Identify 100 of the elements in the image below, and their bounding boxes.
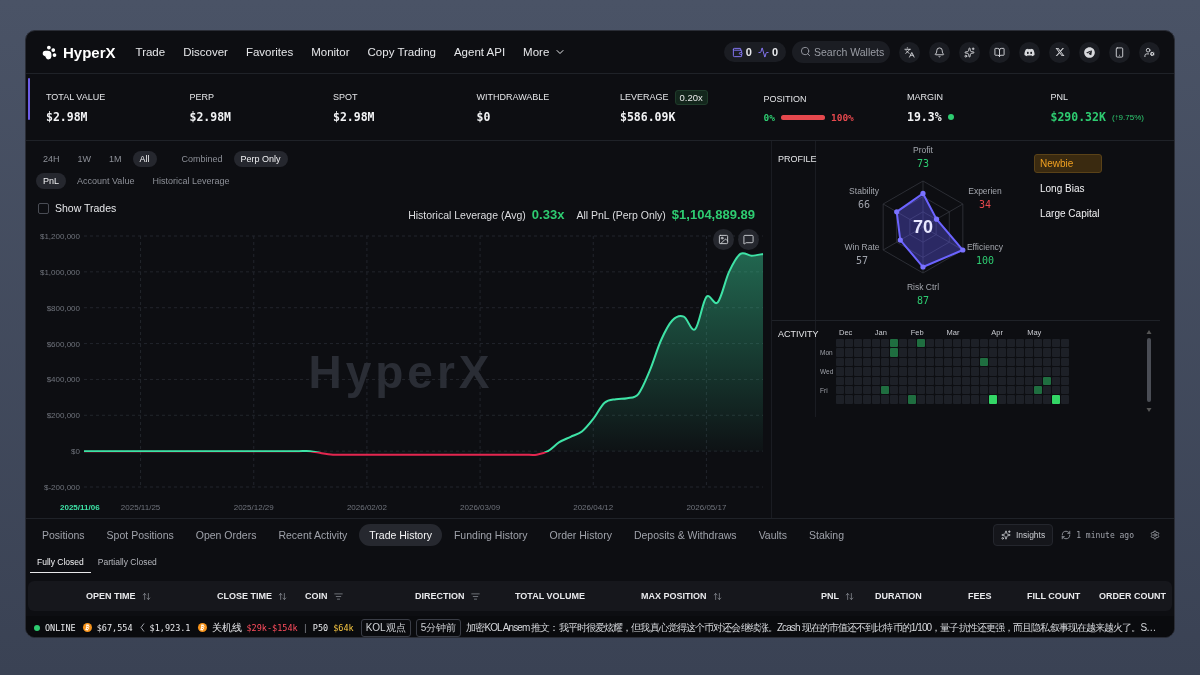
nav-link[interactable]: More xyxy=(523,46,567,58)
nav-link[interactable]: Discover xyxy=(183,46,228,58)
price-text: $1,923.1 xyxy=(149,622,191,633)
column-header[interactable]: PNL xyxy=(821,591,839,601)
stat-value: $0 xyxy=(476,110,491,124)
nav-link[interactable]: Favorites xyxy=(245,46,294,58)
sparkles-button[interactable] xyxy=(959,41,980,63)
sort-icon[interactable] xyxy=(278,591,287,601)
axis-label: 2026/04/12 xyxy=(573,503,614,512)
history-tab[interactable]: Recent Activity xyxy=(268,524,358,546)
news-text: 加密KOL Ansem 推文：我平时很爱炫耀，但我真心觉得这个币对还会继续涨。Zcash 现在的市值还不到比特币的1/100，量子抗性还更强，而且隐私叙事现在越来越火了。S… xyxy=(466,620,1156,635)
scope-tab[interactable]: Combined xyxy=(174,151,230,167)
range-tab[interactable]: 1M xyxy=(102,151,129,167)
refresh-icon[interactable] xyxy=(1061,530,1072,540)
discord-button[interactable] xyxy=(1019,41,1040,63)
user-settings-button[interactable] xyxy=(1139,41,1160,63)
stat-value: $2.98M xyxy=(46,110,88,124)
history-tab[interactable]: Order History xyxy=(539,524,622,546)
book-button[interactable] xyxy=(989,41,1010,63)
axis-label: $1,200,000 xyxy=(39,232,80,241)
nav-link[interactable]: Copy Trading xyxy=(367,46,436,58)
filter-icon[interactable] xyxy=(333,591,343,601)
sort-icon[interactable] xyxy=(141,591,151,601)
insights-button[interactable]: Insights xyxy=(992,524,1054,546)
radar-point xyxy=(897,237,903,243)
history-tab[interactable]: Spot Positions xyxy=(96,524,184,546)
history-tab[interactable]: Funding History xyxy=(443,524,538,546)
stat-value: $2.98M xyxy=(333,110,375,124)
book-icon xyxy=(994,46,1005,58)
leverage-badge: 0.20x xyxy=(674,89,708,105)
phone-button[interactable] xyxy=(1109,41,1130,63)
notifications-button[interactable] xyxy=(929,41,950,63)
axis-label: $1,000,000 xyxy=(39,267,80,277)
column-header[interactable]: MAX POSITION xyxy=(641,591,707,601)
summary-label: Historical Leverage (Avg) xyxy=(408,209,526,221)
image-button[interactable] xyxy=(713,229,734,250)
column-header[interactable]: DIRECTION xyxy=(415,591,465,601)
bell-icon xyxy=(934,46,945,58)
news-tag: KOL观点 xyxy=(360,618,411,637)
range-tab[interactable]: 1W xyxy=(70,151,98,167)
comment-button[interactable] xyxy=(738,229,759,250)
x-button[interactable] xyxy=(1049,41,1070,63)
settings-icon[interactable] xyxy=(1150,530,1160,540)
metric-tab[interactable]: PnL xyxy=(36,173,66,189)
axis-label: $200,000 xyxy=(46,411,80,421)
metric-label: Profit xyxy=(913,145,933,155)
column-header[interactable]: FILL COUNT xyxy=(1027,591,1081,601)
checkbox[interactable] xyxy=(38,202,49,214)
trader-tag: Large Capital xyxy=(1034,204,1106,223)
history-tab[interactable]: Vaults xyxy=(748,524,798,546)
column-header[interactable]: DURATION xyxy=(875,591,922,601)
axis-label: $800,000 xyxy=(46,303,80,313)
search-icon xyxy=(800,46,811,57)
range-tab[interactable]: All xyxy=(132,151,157,167)
sort-icon[interactable] xyxy=(845,591,854,601)
section-title: ACTIVITY xyxy=(778,329,819,339)
nav-link[interactable]: Trade xyxy=(135,46,166,58)
metric-tab[interactable]: Account Value xyxy=(70,173,142,189)
axis-label: 2025/12/29 xyxy=(233,503,274,512)
metric-label: Risk Ctrl xyxy=(906,282,940,292)
metric-label: Efficiency xyxy=(966,242,1004,252)
stat-label: PNL xyxy=(1050,92,1068,102)
metric-value: 87 xyxy=(917,295,929,306)
paw-logo-icon xyxy=(42,44,57,60)
radar-point xyxy=(920,190,926,196)
subtab[interactable]: Fully Closed xyxy=(30,551,91,573)
history-tab[interactable]: Staking xyxy=(799,524,855,546)
column-header[interactable]: CLOSE TIME xyxy=(217,591,272,601)
nav-link[interactable]: Monitor xyxy=(311,46,350,58)
axis-label: 2026/05/17 xyxy=(686,503,727,512)
history-tab[interactable]: Trade History xyxy=(359,524,442,546)
sparkles-icon xyxy=(1000,530,1011,540)
stat-value: 19.3% xyxy=(907,110,942,124)
column-header[interactable]: FEES xyxy=(968,591,992,601)
column-header[interactable]: OPEN TIME xyxy=(86,591,136,601)
filter-icon[interactable] xyxy=(470,591,480,601)
percent-text: 100% xyxy=(830,111,854,123)
level-range: $29k-$154k xyxy=(246,622,298,633)
counter-pill[interactable]: 0 0 xyxy=(723,42,786,62)
metric-tab[interactable]: Historical Leverage xyxy=(145,173,237,189)
range-tab[interactable]: 24H xyxy=(36,151,67,167)
telegram-button[interactable] xyxy=(1079,41,1100,63)
axis-label: $0 xyxy=(71,447,80,457)
axis-label: 2026/02/02 xyxy=(346,503,387,512)
metric-value: 100 xyxy=(975,255,994,266)
telegram-icon xyxy=(1084,46,1095,58)
history-tab[interactable]: Positions xyxy=(32,524,95,546)
column-header[interactable]: TOTAL VOLUME xyxy=(515,591,585,601)
scrollbar[interactable] xyxy=(1146,329,1152,413)
scope-tab[interactable]: Perp Only xyxy=(233,151,288,167)
history-tab[interactable]: Deposits & Withdraws xyxy=(623,524,747,546)
search-field[interactable]: Search Wallets xyxy=(792,41,890,63)
subtab[interactable]: Partially Closed xyxy=(90,551,164,573)
stat-value: $586.09K xyxy=(620,110,676,124)
sort-icon[interactable] xyxy=(712,591,722,601)
column-header[interactable]: COIN xyxy=(305,591,328,601)
nav-link[interactable]: Agent API xyxy=(453,46,506,58)
column-header[interactable]: ORDER COUNT xyxy=(1099,591,1166,601)
history-tab[interactable]: Open Orders xyxy=(185,524,267,546)
translate-button[interactable] xyxy=(899,41,920,63)
